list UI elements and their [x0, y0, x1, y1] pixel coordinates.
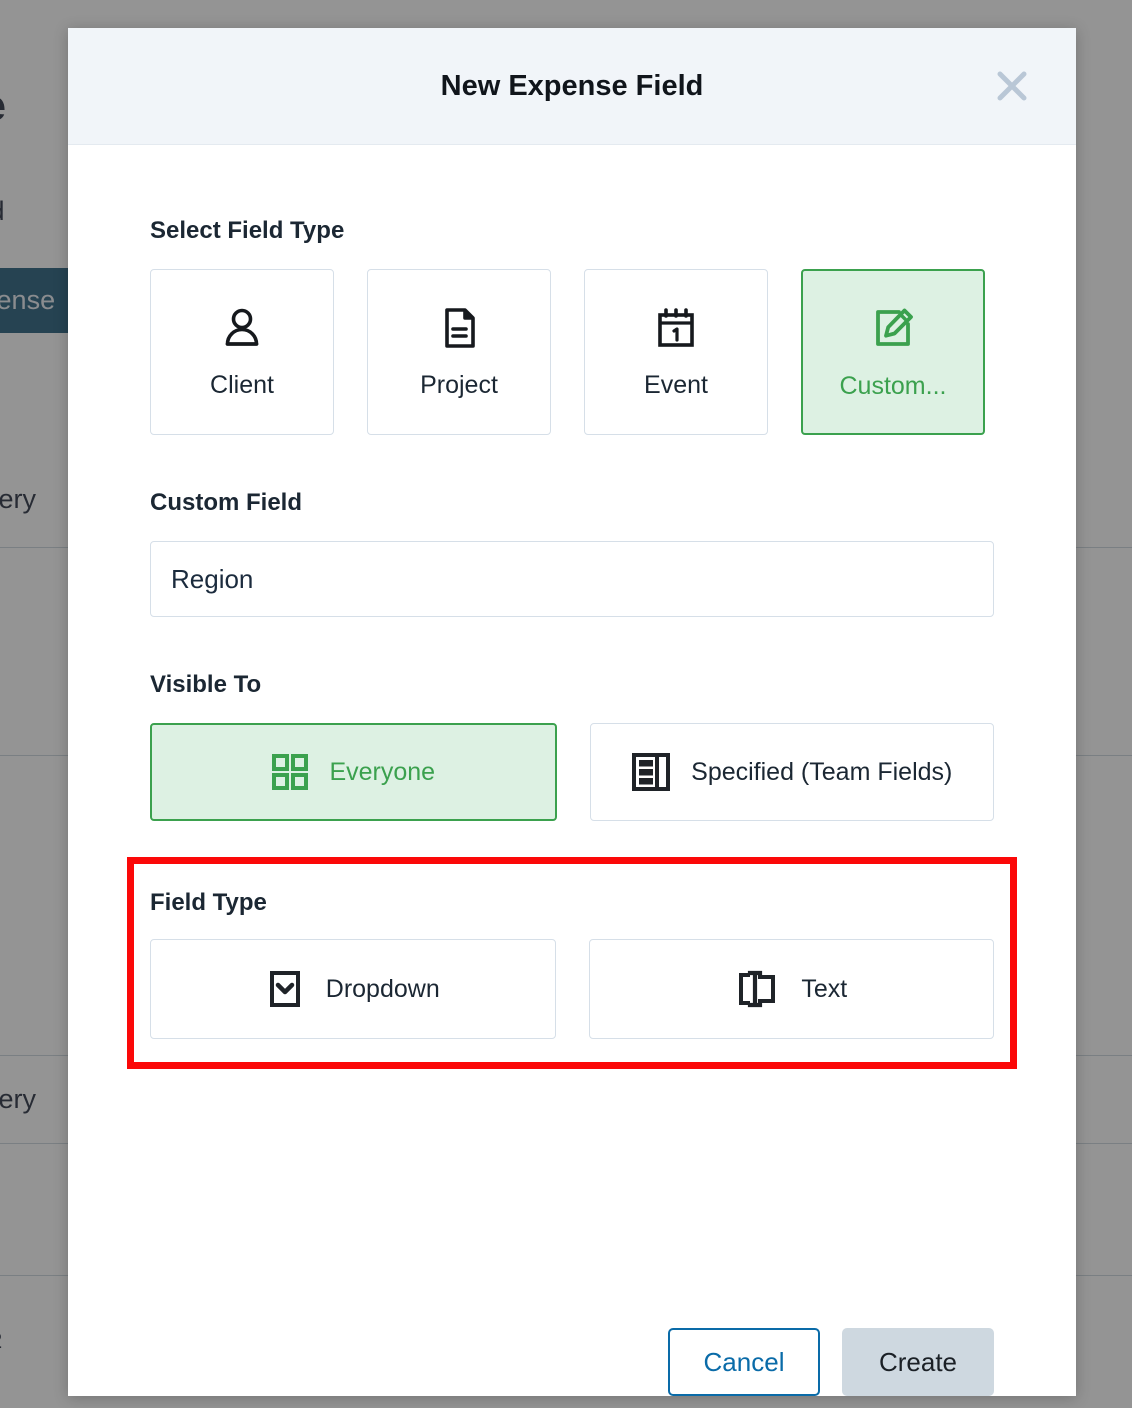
text-cursor-icon	[735, 970, 779, 1008]
visible-to-everyone[interactable]: Everyone	[150, 723, 557, 821]
field-type-option-label: Text	[801, 974, 848, 1003]
custom-field-section: Custom Field	[150, 489, 994, 617]
select-field-type-section: Select Field Type Client Project Event C…	[150, 217, 994, 435]
field-type-card-label: Project	[420, 370, 498, 399]
field-type-options: Dropdown Text	[150, 939, 994, 1039]
field-type-option-label: Dropdown	[325, 974, 440, 1003]
field-type-card-event[interactable]: Event	[584, 269, 768, 435]
field-type-label: Field Type	[150, 889, 267, 916]
visible-to-label: Visible To	[150, 671, 262, 698]
document-icon	[436, 305, 482, 351]
square-pen-icon	[869, 304, 917, 352]
visible-to-specified[interactable]: Specified (Team Fields)	[589, 723, 994, 821]
visible-to-options: Everyone Specified (Team Fields)	[150, 723, 994, 821]
field-type-dropdown[interactable]: Dropdown	[150, 939, 556, 1039]
field-type-text[interactable]: Text	[588, 939, 994, 1039]
custom-field-input[interactable]	[150, 541, 994, 617]
dialog-footer: Cancel Create	[68, 1328, 1076, 1396]
field-type-card-project[interactable]: Project	[367, 269, 551, 435]
field-type-card-custom[interactable]: Custom...	[801, 269, 985, 435]
visible-to-option-label: Everyone	[329, 757, 436, 786]
new-expense-field-dialog: New Expense Field Select Field Type Clie…	[68, 28, 1076, 1396]
field-type-card-label: Custom...	[839, 371, 947, 400]
field-type-card-grid: Client Project Event Custom...	[150, 269, 994, 435]
visible-to-section: Visible To Everyone Specified (Team Fiel…	[150, 671, 994, 821]
dialog-header: New Expense Field	[68, 28, 1076, 145]
field-type-section: Field Type Dropdown Text	[127, 857, 1017, 1069]
cancel-button[interactable]: Cancel	[668, 1328, 820, 1396]
layout-panel-icon	[631, 752, 671, 792]
person-icon	[219, 305, 265, 351]
dropdown-icon	[266, 970, 304, 1008]
visible-to-option-label: Specified (Team Fields)	[691, 757, 953, 786]
close-icon[interactable]	[990, 64, 1034, 108]
field-type-card-label: Event	[644, 370, 708, 399]
create-button[interactable]: Create	[842, 1328, 994, 1396]
calendar-icon	[653, 305, 699, 351]
field-type-card-client[interactable]: Client	[150, 269, 334, 435]
dialog-title: New Expense Field	[440, 69, 704, 102]
select-field-type-label: Select Field Type	[150, 217, 345, 244]
dialog-body: Select Field Type Client Project Event C…	[68, 145, 1076, 1213]
field-type-card-label: Client	[210, 370, 274, 399]
grid-icon	[271, 753, 309, 791]
custom-field-label: Custom Field	[150, 489, 303, 516]
